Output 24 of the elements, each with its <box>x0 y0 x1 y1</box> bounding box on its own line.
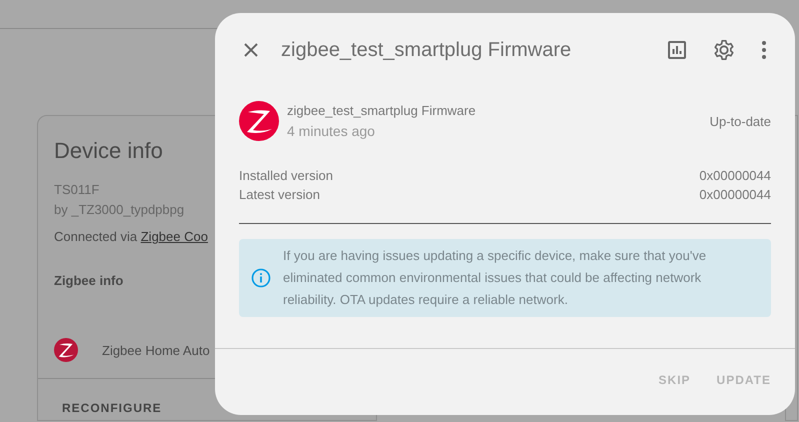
version-label: Installed version <box>239 166 333 184</box>
device-manufacturer: by _TZ3000_typdpbpg <box>54 200 184 219</box>
section-title: Zigbee info <box>54 272 124 290</box>
integration-name: Zigbee Home Auto <box>102 342 210 360</box>
device-model: TS011F <box>54 181 100 200</box>
version-label: Latest version <box>239 186 320 204</box>
coordinator-link[interactable]: Zigbee Coo <box>140 229 208 244</box>
more-icon <box>761 40 767 60</box>
version-value: 0x00000044 <box>699 186 771 204</box>
update-status: Up-to-date <box>710 112 771 131</box>
alert-message: If you are having issues updating a specific device, make sure that you've eliminated common environmental issues that could be affecting network reliability. OTA updates require a reliable network. <box>283 246 708 309</box>
bar-chart-icon <box>667 40 687 60</box>
last-changed-time: 4 minutes ago <box>287 122 376 141</box>
zigbee-logo-icon <box>239 101 279 142</box>
environmental-issues-link[interactable]: common environmental issues <box>346 270 522 284</box>
zigbee-logo-icon <box>54 338 78 362</box>
entity-name: zigbee_test_smartplug Firmware <box>287 102 477 120</box>
card-title: Device info <box>53 137 164 164</box>
version-value: 0x00000044 <box>699 166 771 184</box>
connected-via-label: Connected via <box>54 229 138 244</box>
dialog-title: zigbee_test_smartplug Firmware <box>281 38 572 62</box>
info-icon <box>251 268 271 288</box>
close-icon <box>243 42 259 58</box>
settings-icon <box>713 39 735 61</box>
